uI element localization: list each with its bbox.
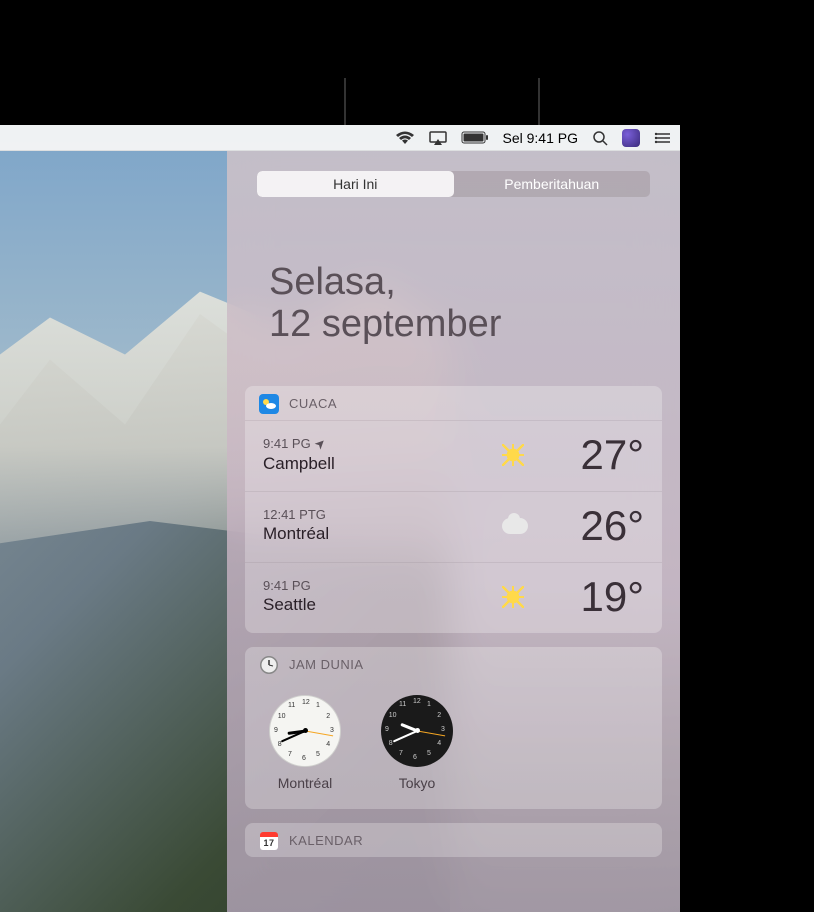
worldclock-widget-header: JAM DUNIA	[245, 647, 662, 681]
airplay-icon[interactable]	[429, 131, 447, 145]
clock-hour-mark: 11	[288, 702, 295, 709]
menubar-clock[interactable]: Sel 9:41 PG	[503, 130, 579, 146]
clock-hour-mark: 11	[399, 701, 406, 708]
weather-app-icon	[259, 394, 279, 414]
clock-center	[415, 728, 420, 733]
weather-widget-header: CUACA	[245, 386, 662, 420]
sunny-icon	[502, 444, 524, 466]
date-date: 12 september	[269, 304, 638, 346]
worldclock-widget-title: JAM DUNIA	[289, 657, 364, 672]
weather-condition	[502, 444, 534, 466]
clock-hour-mark: 7	[288, 751, 292, 758]
clock-hour-mark: 1	[316, 702, 320, 709]
clock-face: 123456789101112	[269, 695, 341, 767]
clock-hour-mark: 9	[274, 727, 278, 734]
clock-hour-mark: 4	[437, 740, 441, 747]
clock-hour-mark: 4	[326, 741, 330, 748]
date-header: Selasa, 12 september	[227, 207, 680, 376]
cloudy-icon	[502, 518, 528, 534]
weather-temp: 19°	[544, 573, 644, 621]
clock-hour-mark: 5	[316, 751, 320, 758]
calendar-widget-title: KALENDAR	[289, 833, 363, 848]
clock-second-hand	[305, 730, 333, 736]
siri-icon[interactable]	[622, 129, 640, 147]
menubar: Sel 9:41 PG	[0, 125, 680, 151]
clock-hour-mark: 6	[413, 754, 417, 761]
tab-today[interactable]: Hari Ini	[257, 171, 454, 197]
clock-item[interactable]: 123456789101112Tokyo	[381, 695, 453, 791]
weather-row[interactable]: 9:41 PG Seattle 19°	[245, 562, 662, 633]
weather-row[interactable]: 9:41 PG ➤ Campbell 27°	[245, 420, 662, 491]
weather-time: 9:41 PG ➤	[263, 436, 502, 452]
notification-center-panel: Hari Ini Pemberitahuan Selasa, 12 septem…	[227, 151, 680, 912]
clock-city-label: Tokyo	[399, 775, 436, 791]
location-arrow-icon: ➤	[311, 434, 330, 453]
clock-hour-mark: 5	[427, 750, 431, 757]
battery-icon[interactable]	[461, 131, 489, 144]
clock-hour-mark: 12	[413, 698, 421, 705]
clock-hour-mark: 10	[389, 712, 397, 719]
date-day: Selasa,	[269, 262, 638, 304]
weather-time: 9:41 PG	[263, 578, 502, 593]
calendar-widget[interactable]: 17 KALENDAR	[245, 823, 662, 857]
clock-face: 123456789101112	[381, 695, 453, 767]
worldclock-widget[interactable]: JAM DUNIA 123456789101112Montréal1234567…	[245, 647, 662, 809]
spotlight-icon[interactable]	[592, 130, 608, 146]
clock-hour-mark: 1	[427, 701, 431, 708]
tab-notifications[interactable]: Pemberitahuan	[454, 171, 651, 197]
calendar-widget-header: 17 KALENDAR	[245, 823, 662, 857]
clock-hour-mark: 3	[330, 727, 334, 734]
wifi-icon[interactable]	[395, 131, 415, 145]
weather-widget-title: CUACA	[289, 396, 337, 411]
clock-hour-mark: 3	[441, 726, 445, 733]
weather-temp: 27°	[544, 431, 644, 479]
clock-center	[303, 728, 308, 733]
weather-condition	[502, 518, 534, 534]
weather-temp: 26°	[544, 502, 644, 550]
weather-widget[interactable]: CUACA 9:41 PG ➤Campbell27°12:41 PTGMontr…	[245, 386, 662, 633]
clock-city-label: Montréal	[278, 775, 332, 791]
clock-hour-mark: 12	[302, 699, 310, 706]
clock-hour-mark: 2	[437, 712, 441, 719]
weather-condition	[502, 586, 534, 608]
tabs: Hari Ini Pemberitahuan	[257, 171, 650, 197]
clock-hour-mark: 6	[302, 755, 306, 762]
weather-time: 12:41 PTG	[263, 507, 502, 522]
weather-city: Seattle	[263, 595, 502, 615]
weather-city: Campbell	[263, 454, 502, 474]
clock-hour-mark: 7	[399, 750, 403, 757]
weather-row[interactable]: 12:41 PTG Montréal 26°	[245, 491, 662, 562]
sunny-icon	[502, 586, 524, 608]
clock-minute-hand	[393, 730, 418, 742]
calendar-app-icon: 17	[259, 831, 279, 851]
clock-hour-mark: 9	[385, 726, 389, 733]
clock-item[interactable]: 123456789101112Montréal	[269, 695, 341, 791]
clock-hour-mark: 2	[326, 713, 330, 720]
weather-city: Montréal	[263, 524, 502, 544]
clock-app-icon	[259, 655, 279, 675]
clock-hour-mark: 10	[278, 713, 286, 720]
notification-center-icon[interactable]	[654, 131, 672, 145]
